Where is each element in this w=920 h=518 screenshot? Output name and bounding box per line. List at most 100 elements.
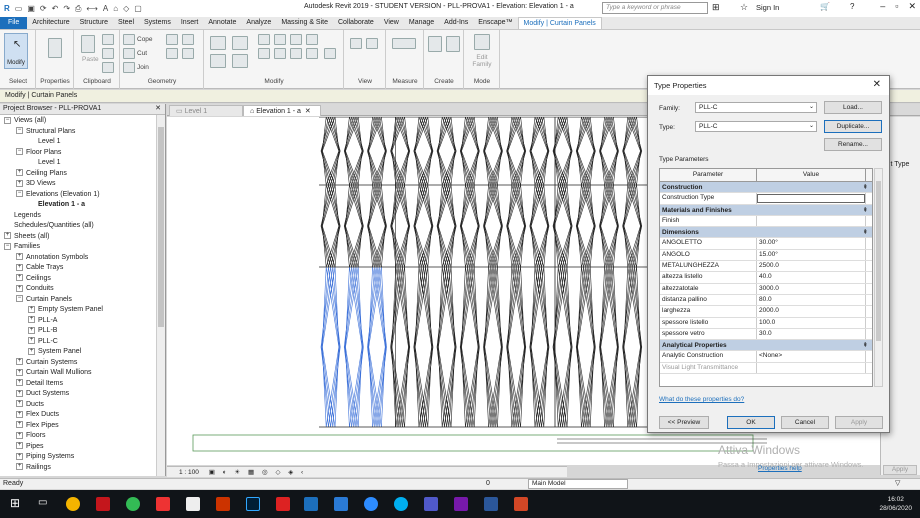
parameter-group-header[interactable]: Analytical Properties ⇞ bbox=[660, 340, 872, 352]
family-select[interactable]: PLL-C ⌄ bbox=[695, 102, 817, 113]
type-select[interactable]: PLL-C ⌄ bbox=[695, 121, 817, 132]
clipboard-icon[interactable] bbox=[81, 35, 95, 53]
tree-item[interactable]: + Railings bbox=[0, 463, 165, 474]
tree-item[interactable]: + PLL-A bbox=[0, 316, 165, 327]
parameter-value[interactable] bbox=[757, 216, 865, 226]
properties-apply-button[interactable]: Apply bbox=[883, 465, 917, 475]
revit-logo-icon[interactable]: R bbox=[4, 4, 10, 14]
copy-element-icon[interactable] bbox=[258, 48, 270, 59]
properties-help-link[interactable]: Properties help bbox=[758, 465, 802, 472]
tab-architecture[interactable]: Architecture bbox=[27, 17, 74, 29]
tree-item[interactable]: Elevation 1 - a bbox=[0, 200, 165, 211]
join-label[interactable]: Join bbox=[137, 64, 149, 71]
3d-view-icon[interactable]: ⌂ bbox=[113, 4, 118, 14]
binoculars-icon[interactable]: ⊞ bbox=[712, 2, 720, 13]
expand-icon[interactable]: + bbox=[16, 284, 23, 292]
open-icon[interactable]: ▭ bbox=[15, 4, 23, 14]
app-icon[interactable] bbox=[216, 497, 230, 511]
expand-icon[interactable]: + bbox=[16, 442, 23, 450]
expand-icon[interactable]: + bbox=[28, 305, 35, 313]
tree-item[interactable]: + Pipes bbox=[0, 442, 165, 453]
expand-icon[interactable]: + bbox=[16, 169, 23, 177]
mail-icon[interactable] bbox=[334, 497, 348, 511]
task-view-icon[interactable]: ▭ bbox=[38, 497, 47, 508]
array-icon[interactable] bbox=[290, 48, 302, 59]
parameter-row[interactable]: altezza listello 40.0 bbox=[660, 272, 872, 284]
properties-icon[interactable] bbox=[48, 38, 62, 58]
pin-icon[interactable] bbox=[306, 34, 318, 45]
teams-icon[interactable] bbox=[424, 497, 438, 511]
tree-item[interactable]: + Piping Systems bbox=[0, 452, 165, 463]
tree-item[interactable]: + Floors bbox=[0, 431, 165, 442]
demolish-icon[interactable] bbox=[182, 48, 194, 59]
parameter-row[interactable]: Analytic Construction <None> bbox=[660, 351, 872, 363]
tree-item[interactable]: Level 1 bbox=[0, 137, 165, 148]
expand-icon[interactable]: + bbox=[16, 358, 23, 366]
tab-add-ins[interactable]: Add-Ins bbox=[439, 17, 473, 29]
tree-item[interactable]: + PLL-C bbox=[0, 337, 165, 348]
tab-annotate[interactable]: Annotate bbox=[203, 17, 241, 29]
expand-icon[interactable]: + bbox=[16, 263, 23, 271]
close-hidden-icon[interactable]: ▢ bbox=[134, 4, 142, 14]
parameter-value[interactable]: <None> bbox=[757, 351, 865, 361]
measure-tool-icon[interactable] bbox=[392, 38, 416, 49]
sign-in-link[interactable]: Sign In bbox=[756, 3, 779, 12]
tree-item[interactable]: + Sheets (all) bbox=[0, 232, 165, 243]
expand-icon[interactable]: + bbox=[16, 452, 23, 460]
tree-item[interactable]: Schedules/Quantities (all) bbox=[0, 221, 165, 232]
trim-icon[interactable] bbox=[274, 48, 286, 59]
cut-icon[interactable] bbox=[102, 48, 114, 59]
parameter-row[interactable]: Construction Type bbox=[660, 193, 872, 205]
tree-item[interactable]: − Structural Plans bbox=[0, 127, 165, 138]
tree-item[interactable]: − Curtain Panels bbox=[0, 295, 165, 306]
associate-parameter-cell[interactable] bbox=[865, 261, 872, 272]
tree-item[interactable]: − Floor Plans bbox=[0, 148, 165, 159]
expand-icon[interactable]: + bbox=[16, 379, 23, 387]
text-icon[interactable]: A bbox=[103, 4, 108, 14]
tree-item[interactable]: + Duct Systems bbox=[0, 389, 165, 400]
skype-icon[interactable] bbox=[394, 497, 408, 511]
print-icon[interactable]: ⎙ bbox=[75, 4, 81, 14]
cope-icon[interactable] bbox=[123, 34, 135, 45]
photoshop-icon[interactable] bbox=[246, 497, 260, 511]
scale-icon[interactable] bbox=[306, 48, 318, 59]
parameters-scrollbar[interactable] bbox=[874, 168, 883, 387]
scrollbar-thumb[interactable] bbox=[158, 127, 164, 327]
app-icon[interactable] bbox=[186, 497, 200, 511]
tab-modify-curtain-panels[interactable]: Modify | Curtain Panels bbox=[517, 17, 602, 29]
help-link[interactable]: What do these properties do? bbox=[659, 396, 744, 403]
paint-icon[interactable] bbox=[166, 34, 178, 45]
cart-icon[interactable]: 🛒 bbox=[820, 2, 830, 11]
maximize-icon[interactable]: ▫ bbox=[895, 1, 898, 12]
apply-button[interactable]: Apply bbox=[835, 416, 883, 429]
tree-item[interactable]: − Elevations (Elevation 1) bbox=[0, 190, 165, 201]
zoom-icon[interactable] bbox=[364, 497, 378, 511]
app-icon[interactable] bbox=[156, 497, 170, 511]
parameter-value[interactable]: 40.0 bbox=[757, 272, 865, 282]
tab-collaborate[interactable]: Collaborate bbox=[333, 17, 379, 29]
associate-parameter-cell[interactable] bbox=[865, 215, 872, 227]
tree-item[interactable]: Level 1 bbox=[0, 158, 165, 169]
tree-item[interactable]: + Flex Ducts bbox=[0, 410, 165, 421]
star-icon[interactable]: ☆ bbox=[740, 2, 748, 13]
modify-button[interactable]: ↖ Modify bbox=[4, 33, 28, 69]
parameter-value[interactable]: 30.00° bbox=[757, 238, 865, 248]
collapse-icon[interactable]: − bbox=[4, 116, 11, 124]
parameter-value[interactable]: 30.0 bbox=[757, 329, 865, 339]
parameter-row[interactable]: spessore listello 100.0 bbox=[660, 317, 872, 329]
tab-elevation-1-a[interactable]: ⌂ Elevation 1 - a ✕ bbox=[243, 105, 321, 116]
hide-icon[interactable] bbox=[350, 38, 362, 49]
align-icon[interactable] bbox=[210, 36, 226, 50]
rename-button[interactable]: Rename... bbox=[824, 138, 882, 151]
tree-item[interactable]: +3D Views bbox=[0, 179, 165, 190]
powerpoint-icon[interactable] bbox=[514, 497, 528, 511]
override-icon[interactable] bbox=[366, 38, 378, 49]
tree-item[interactable]: + System Panel bbox=[0, 347, 165, 358]
section-icon[interactable]: ◇ bbox=[123, 4, 129, 14]
expand-icon[interactable]: + bbox=[4, 232, 11, 240]
tree-item[interactable]: Legends bbox=[0, 211, 165, 222]
associate-parameter-cell[interactable] bbox=[865, 193, 872, 204]
system-clock[interactable]: 16:02 28/06/2020 bbox=[879, 495, 912, 513]
expand-icon[interactable]: + bbox=[28, 347, 35, 355]
scale-label[interactable]: 1 : 100 bbox=[179, 469, 199, 476]
